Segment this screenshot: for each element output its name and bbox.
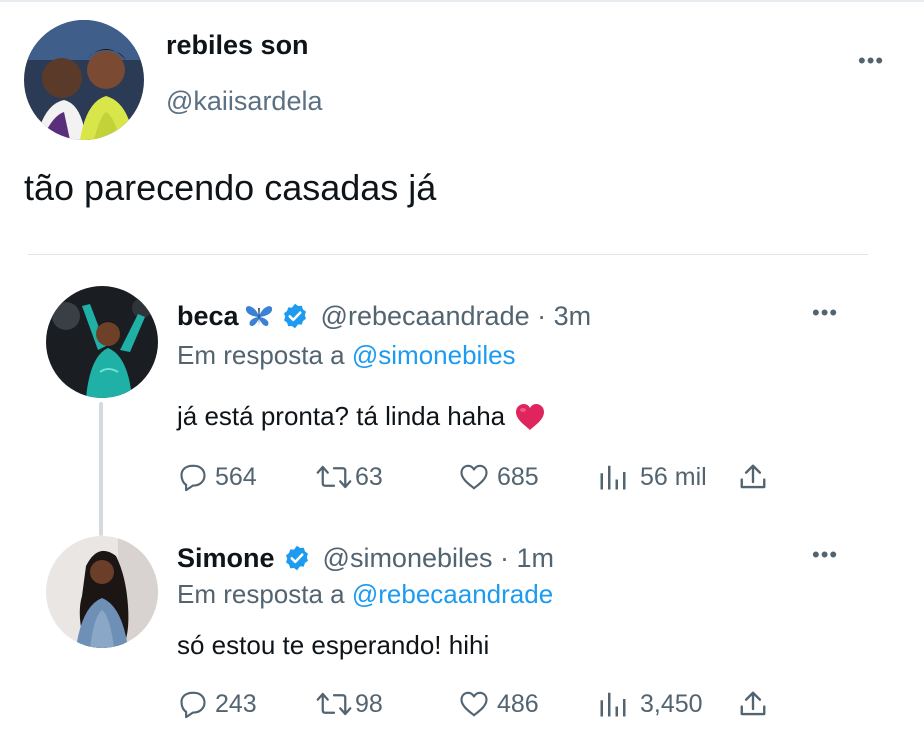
tweet-2-actions: 243 98 486 3,450 [178, 689, 778, 729]
thread-connector [99, 402, 103, 536]
tweet-2-handle-time[interactable]: @simonebiles · 1m [323, 543, 554, 574]
avatar-rebecaandrade[interactable] [46, 286, 158, 398]
views-count: 56 mil [640, 462, 707, 491]
tweet-1-handle-time[interactable]: @rebecaandrade · 3m [321, 301, 592, 332]
like-button[interactable]: 685 [458, 462, 539, 492]
share-icon [740, 464, 766, 489]
reply-handle-link[interactable]: @simonebiles [352, 340, 516, 370]
tweet-2-header: Simone @simonebiles · 1m [177, 540, 554, 576]
tweet-2-reply-context: Em resposta a @rebecaandrade [177, 579, 553, 610]
retweet-button[interactable]: 63 [315, 462, 383, 492]
like-count: 685 [497, 462, 539, 491]
tweet-1-actions: 564 63 685 56 mil [178, 462, 778, 502]
like-count: 486 [497, 689, 539, 718]
avatar-simonebiles[interactable] [46, 536, 158, 648]
share-button[interactable] [738, 689, 768, 719]
retweet-icon [316, 692, 352, 716]
avatar-photo [46, 536, 158, 648]
share-button[interactable] [738, 462, 768, 492]
original-tweet-text: tão parecendo casadas já [24, 167, 437, 208]
reply-count: 564 [215, 462, 257, 491]
verified-badge-icon [285, 545, 308, 571]
tweet-1-more-icon[interactable]: ••• [812, 300, 838, 326]
analytics-icon [600, 692, 626, 717]
reply-handle-link[interactable]: @rebecaandrade [352, 579, 553, 609]
reply-button[interactable]: 243 [178, 689, 257, 719]
original-author-handle[interactable]: @kaiisardela [166, 86, 322, 117]
reply-prefix: Em resposta a [177, 340, 345, 370]
original-author-name[interactable]: rebiles son [166, 30, 309, 61]
retweet-count: 63 [355, 462, 383, 491]
avatar-kaiisardela[interactable] [24, 20, 144, 140]
tweet-2-more-icon[interactable]: ••• [812, 542, 838, 568]
heart-icon [460, 464, 488, 490]
heart-icon [460, 691, 488, 717]
retweet-button[interactable]: 98 [315, 689, 383, 719]
verified-badge-icon [283, 303, 306, 329]
tweet-2-text: só estou te esperando! hihi [177, 630, 490, 660]
original-more-icon[interactable]: ••• [858, 48, 884, 74]
views-button[interactable]: 56 mil [598, 462, 707, 492]
section-divider [28, 254, 868, 255]
tweet-1-text-content: já está pronta? tá linda haha [177, 401, 506, 431]
top-border [0, 0, 924, 2]
tweet-1-reply-context: Em resposta a @simonebiles [177, 340, 516, 371]
reply-prefix: Em resposta a [177, 579, 345, 609]
like-button[interactable]: 486 [458, 689, 539, 719]
butterfly-emoji-icon [245, 306, 272, 327]
heart-emoji-icon [516, 403, 545, 430]
avatar-photo [46, 286, 158, 398]
tweet-1-text: já está pronta? tá linda haha [177, 401, 545, 432]
retweet-count: 98 [355, 689, 383, 718]
tweet-2-author-name[interactable]: Simone [177, 543, 275, 574]
views-button[interactable]: 3,450 [598, 689, 703, 719]
share-icon [740, 691, 766, 716]
views-count: 3,450 [640, 689, 703, 718]
reply-count: 243 [215, 689, 257, 718]
tweet-1-header: beca @rebecaandrade · 3m [177, 298, 591, 334]
reply-button[interactable]: 564 [178, 462, 257, 492]
reply-icon [180, 464, 206, 492]
retweet-icon [316, 465, 352, 489]
tweet-1-author-name[interactable]: beca [177, 301, 239, 332]
reply-icon [180, 691, 206, 719]
analytics-icon [600, 465, 626, 490]
avatar-photo [24, 20, 144, 140]
